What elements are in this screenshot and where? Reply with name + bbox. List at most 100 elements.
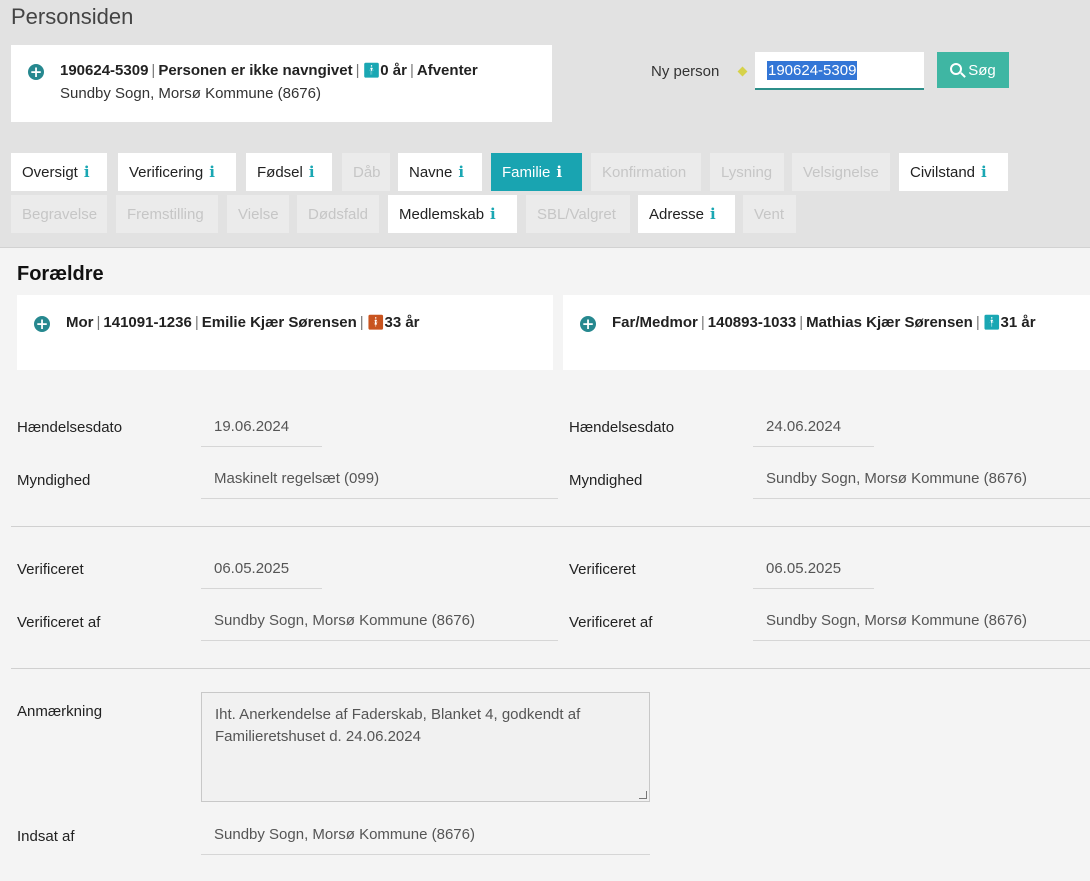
person-summary-line: 190624-5309 | Personen er ikke navngivet | 🚹… [60, 62, 478, 79]
tab-dodsfald: Dødsfald [297, 195, 379, 233]
tab-civilstand[interactable]: Civilstand i [899, 153, 1008, 191]
mother-role: Mor [66, 314, 94, 331]
tab-label: SBL/Valgret [537, 205, 616, 223]
mother-authority-value: Maskinelt regelsæt (099) [201, 461, 558, 499]
search-button[interactable]: Søg [937, 52, 1009, 88]
tab-konfirmation: Konfirmation [591, 153, 701, 191]
mother-card: + Mor | 141091-1236 | Emilie Kjær Sørensen | 🚺… [17, 295, 553, 370]
male-person-icon: 🚹︎ [362, 63, 381, 79]
tab-familie[interactable]: Familie i [491, 153, 582, 191]
mother-cpr: 141091-1236 [103, 314, 192, 331]
tab-label: Navne [409, 163, 453, 181]
info-icon: i [83, 163, 90, 181]
mother-verified-by-value: Sundby Sogn, Morsø Kommune (8676) [201, 603, 558, 641]
plus-circle-icon[interactable]: + [34, 316, 50, 332]
tab-label: Fødsel [257, 163, 303, 181]
mother-event-date-value: 19.06.2024 [201, 409, 322, 447]
info-icon: i [981, 163, 987, 181]
father-verified-by-value: Sundby Sogn, Morsø Kommune (8676) [753, 603, 1090, 641]
tab-oversigt[interactable]: Oversigt i [11, 153, 107, 191]
tab-label: Civilstand [910, 163, 976, 181]
parents-section-title: Forældre [17, 263, 104, 285]
mother-authority-label: Myndighed [17, 472, 91, 489]
mother-age: 33 år [384, 314, 420, 331]
info-icon: i [556, 163, 563, 181]
tab-label: Vent [754, 205, 785, 223]
father-event-date-label: Hændelsesdato [569, 419, 675, 436]
mother-verified-by-label: Verificeret af [17, 614, 101, 631]
tab-label: Fremstilling [127, 205, 204, 223]
new-person-label: Ny person [651, 63, 720, 80]
father-name: Mathias Kjær Sørensen [806, 314, 973, 331]
tab-label: Begravelse [22, 205, 98, 223]
remark-textarea[interactable]: Iht. Anerkendelse af Faderskab, Blanket … [201, 692, 650, 802]
inserted-by-value: Sundby Sogn, Morsø Kommune (8676) [201, 817, 650, 855]
divider [11, 668, 1090, 669]
tab-label: Medlemskab [399, 205, 485, 223]
male-person-icon: 🚹︎ [982, 315, 1001, 331]
person-status: Afventer [416, 62, 478, 79]
tab-vent: Vent [743, 195, 796, 233]
father-verified-by-label: Verificeret af [569, 614, 653, 631]
info-icon: i [308, 163, 315, 181]
resize-handle-icon[interactable] [639, 791, 647, 799]
tab-daab: Dåb [342, 153, 390, 191]
tab-label: Adresse [649, 205, 705, 223]
search-icon [950, 63, 963, 75]
tab-label: Vielse [238, 205, 279, 223]
plus-circle-icon[interactable]: + [28, 64, 44, 80]
tab-verificering[interactable]: Verificering i [118, 153, 236, 191]
tab-label: Familie [502, 163, 551, 181]
father-card: + Far/Medmor | 140893-1033 | Mathias Kjær Sø… [563, 295, 1090, 370]
father-event-date-value: 24.06.2024 [753, 409, 874, 447]
mother-name: Emilie Kjær Sørensen [201, 314, 357, 331]
tab-label: Oversigt [22, 163, 78, 181]
female-person-icon: 🚺︎ [366, 315, 385, 331]
tab-adresse[interactable]: Adresse i [638, 195, 735, 233]
page-title: Personsiden [11, 4, 134, 29]
person-summary-card: + 190624-5309 | Personen er ikke navngivet… [11, 45, 552, 122]
tab-label: Velsignelse [803, 163, 879, 181]
tab-navne[interactable]: Navne i [398, 153, 482, 191]
info-icon: i [209, 163, 215, 181]
father-cpr: 140893-1033 [707, 314, 797, 331]
tab-fremstilling: Fremstilling [116, 195, 218, 233]
tab-label: Lysning [721, 163, 773, 181]
tab-label: Verificering [129, 163, 204, 181]
tab-label: Dåb [353, 163, 381, 181]
remark-text: Iht. Anerkendelse af Faderskab, Blanket … [215, 706, 581, 745]
father-age: 31 år [1000, 314, 1036, 331]
cpr-search-value: 190624-5309 [767, 60, 858, 80]
father-authority-label: Myndighed [569, 472, 643, 489]
inserted-by-label: Indsat af [17, 828, 75, 845]
tab-lysning: Lysning [710, 153, 784, 191]
person-parish: Sundby Sogn, Morsø Kommune (8676) [60, 85, 321, 102]
person-cpr: 190624-5309 [60, 62, 149, 79]
father-verified-label: Verificeret [569, 561, 636, 578]
remark-label: Anmærkning [17, 703, 103, 720]
mother-verified-value: 06.05.2025 [201, 551, 322, 589]
father-role: Far/Medmor [612, 314, 698, 331]
mother-event-date-label: Hændelsesdato [17, 419, 123, 436]
tab-begravelse: Begravelse [11, 195, 107, 233]
tab-velsignelse: Velsignelse [792, 153, 890, 191]
person-age: 0 år [380, 62, 407, 79]
info-icon: i [490, 205, 496, 223]
header-area: Personsiden + 190624-5309 | Personen er ik… [0, 0, 1090, 248]
tab-vielse: Vielse [227, 195, 289, 233]
tab-label: Dødsfald [308, 205, 369, 223]
person-name: Personen er ikke navngivet [158, 62, 353, 79]
required-marker-icon [737, 66, 748, 77]
divider [11, 526, 1090, 527]
info-icon: i [710, 205, 716, 223]
father-authority-value: Sundby Sogn, Morsø Kommune (8676) [753, 461, 1090, 499]
tab-sbl-valgret: SBL/Valgret [526, 195, 630, 233]
tab-fodsel[interactable]: Fødsel i [246, 153, 332, 191]
plus-circle-icon[interactable]: + [580, 316, 596, 332]
father-verified-value: 06.05.2025 [753, 551, 874, 589]
mother-verified-label: Verificeret [17, 561, 84, 578]
tab-medlemskab[interactable]: Medlemskab i [388, 195, 517, 233]
tab-label: Konfirmation [602, 163, 687, 181]
search-button-label: Søg [968, 61, 996, 79]
cpr-search-input[interactable]: 190624-5309 [755, 52, 924, 90]
